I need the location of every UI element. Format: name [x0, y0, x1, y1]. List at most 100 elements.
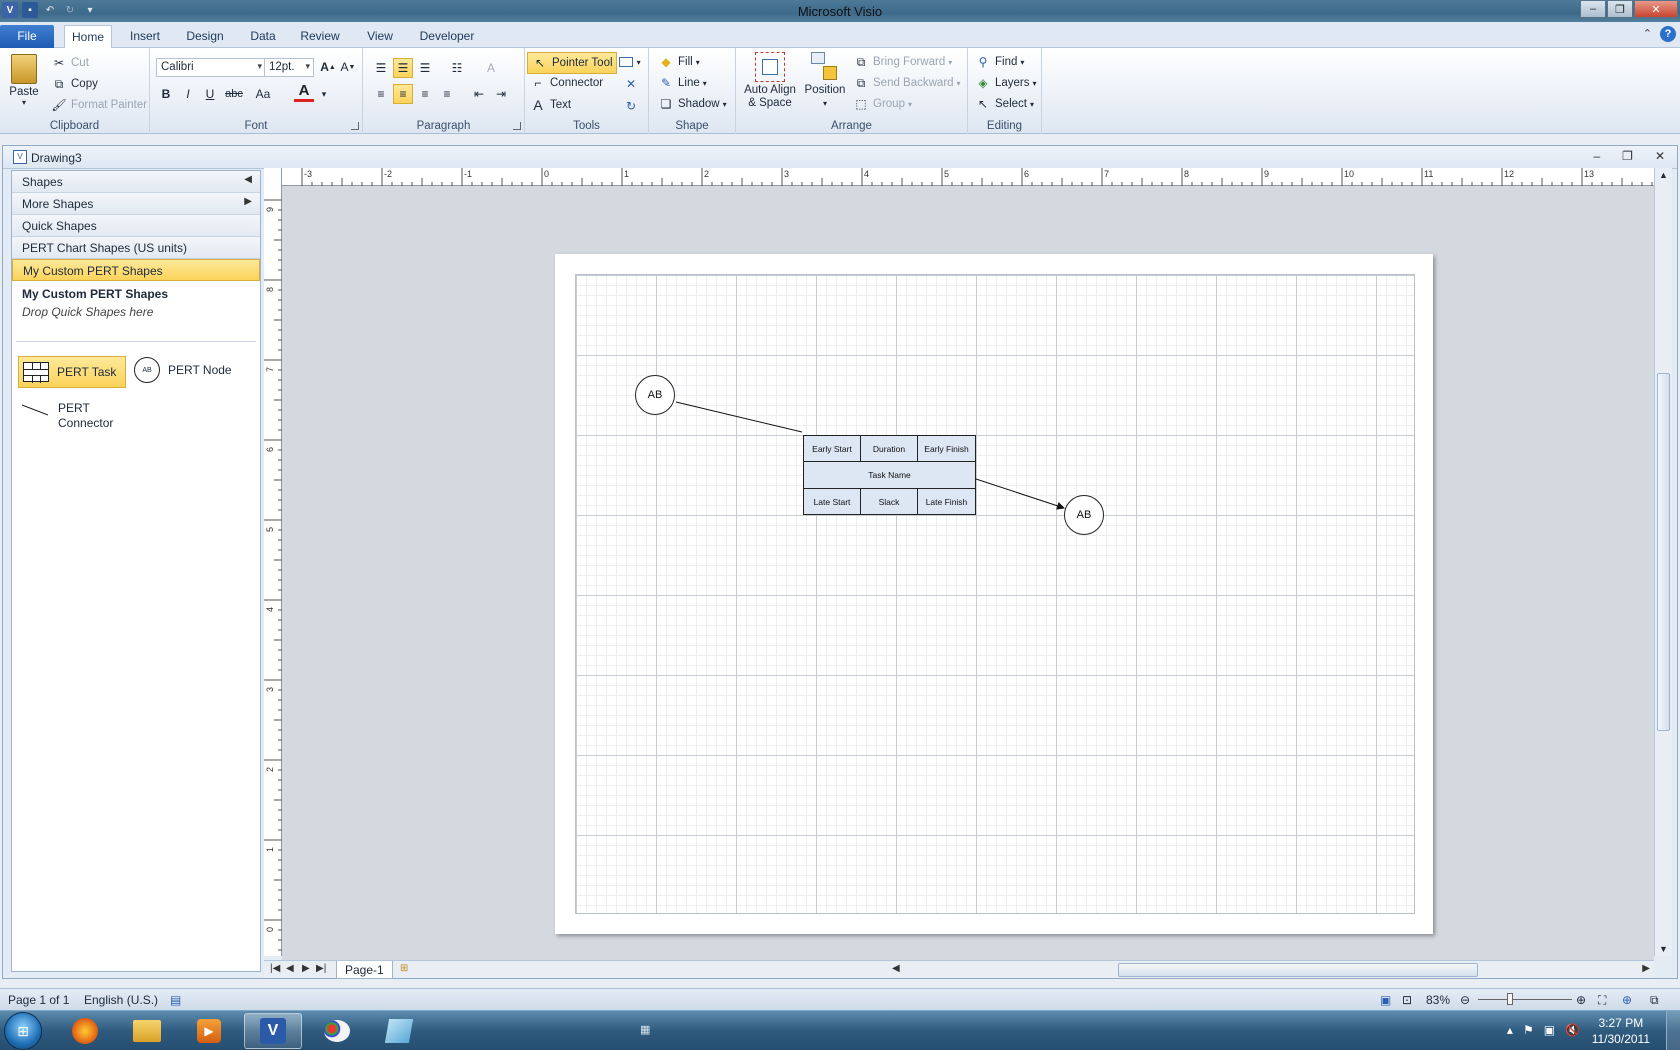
drawing-page[interactable]: AB Early Start Duration Early Finish Tas…: [555, 254, 1433, 934]
tab-developer[interactable]: Developer: [416, 25, 478, 48]
horizontal-scroll-thumb[interactable]: [1118, 963, 1478, 977]
doc-restore-button[interactable]: ❐: [1622, 149, 1633, 163]
close-button[interactable]: ✕: [1634, 0, 1678, 18]
normal-view-icon[interactable]: ▣: [1380, 993, 1391, 1007]
font-launcher-icon[interactable]: [351, 122, 359, 130]
pointer-tool-button[interactable]: ↖ Pointer Tool: [527, 52, 617, 74]
page-tab-1[interactable]: Page-1: [336, 961, 393, 979]
pert-node-end[interactable]: AB: [1064, 495, 1104, 535]
change-case-button[interactable]: Aa: [250, 84, 276, 104]
tab-data[interactable]: Data: [246, 25, 280, 48]
pert-task-master[interactable]: PERT Task: [18, 356, 126, 388]
layers-button[interactable]: ◈ Layers ▾: [974, 74, 1036, 92]
tab-insert[interactable]: Insert: [122, 25, 168, 48]
rotate-text-icon[interactable]: ↻: [621, 96, 641, 116]
help-icon[interactable]: ?: [1660, 26, 1676, 42]
align-top-icon[interactable]: ☰: [371, 58, 391, 78]
page-count[interactable]: Page 1 of 1: [8, 993, 69, 1007]
connection-point-icon[interactable]: ✕: [621, 74, 641, 94]
connector-node-to-task[interactable]: [675, 401, 803, 433]
volume-muted-icon[interactable]: 🔇: [1565, 1023, 1580, 1037]
pert-connector-master[interactable]: PERT Connector: [20, 401, 113, 431]
windows-start-icon[interactable]: ⊞: [4, 1012, 42, 1050]
macro-record-icon[interactable]: ▤: [170, 993, 181, 1007]
paste-button[interactable]: Paste ▾: [6, 52, 42, 114]
vertical-scroll-thumb[interactable]: [1657, 373, 1670, 731]
zoom-level[interactable]: 83%: [1426, 993, 1450, 1007]
connector-tool-button[interactable]: ⌐ Connector: [529, 74, 603, 92]
more-shapes-item[interactable]: More Shapes ▶: [12, 193, 260, 215]
shapes-header[interactable]: Shapes ◀: [12, 171, 260, 193]
align-middle-icon[interactable]: ☰: [393, 58, 413, 78]
align-bottom-icon[interactable]: ☰: [415, 58, 435, 78]
previous-page-icon[interactable]: ◀: [286, 963, 294, 974]
grow-font-icon[interactable]: A ▲: [318, 57, 338, 77]
switch-windows-icon[interactable]: ⧉: [1650, 993, 1659, 1008]
pert-node-master[interactable]: AB PERT Node: [134, 357, 232, 383]
horizontal-ruler[interactable]: -3 -2 -1 0 1 2 3 4 5 6 7 8 9 10 11 12 13: [282, 168, 1654, 186]
firefox-icon[interactable]: [56, 1013, 114, 1049]
tab-file[interactable]: File: [0, 25, 54, 48]
fit-page-icon[interactable]: ⛶: [1598, 993, 1606, 1008]
restore-button[interactable]: ❐: [1607, 0, 1633, 18]
doc-minimize-button[interactable]: –: [1593, 149, 1600, 163]
fill-button[interactable]: ◆ Fill ▾: [657, 53, 699, 71]
scroll-up-icon[interactable]: ▲: [1659, 170, 1668, 180]
show-desktop-button[interactable]: [1666, 1011, 1680, 1050]
system-clock[interactable]: 3:27 PM 11/30/2011: [1592, 1015, 1650, 1047]
auto-align-space-button[interactable]: Auto Align & Space: [742, 52, 798, 110]
font-family-select[interactable]: Calibri: [156, 58, 266, 77]
zoom-out-icon[interactable]: ⊖: [1460, 993, 1470, 1007]
text-tool-button[interactable]: A Text: [529, 96, 571, 114]
pert-chart-shapes-item[interactable]: PERT Chart Shapes (US units): [12, 237, 260, 259]
font-color-dropdown-icon[interactable]: ▾: [314, 84, 334, 104]
tab-home[interactable]: Home: [64, 25, 112, 48]
select-button[interactable]: ↖ Select ▾: [974, 95, 1034, 113]
align-left-icon[interactable]: ≡: [371, 84, 391, 104]
tab-design[interactable]: Design: [182, 25, 228, 48]
increase-indent-icon[interactable]: ⇥: [491, 84, 511, 104]
find-button[interactable]: ⚲ Find ▾: [974, 53, 1025, 71]
file-explorer-icon[interactable]: [118, 1013, 176, 1049]
scroll-down-icon[interactable]: ▼: [1659, 944, 1668, 954]
font-size-select[interactable]: 12pt.: [264, 58, 314, 77]
insert-page-icon[interactable]: ⊞: [400, 963, 408, 974]
align-center-icon[interactable]: ≡: [393, 84, 413, 104]
scroll-left-icon[interactable]: ◀: [892, 963, 900, 974]
tab-view[interactable]: View: [362, 25, 398, 48]
zoom-slider-track[interactable]: [1478, 999, 1572, 1000]
cut-button[interactable]: ✂ Cut: [50, 54, 89, 72]
presentation-mode-icon[interactable]: ⊡: [1402, 993, 1412, 1007]
vertical-ruler[interactable]: 9 8 7 6 5 4 3 2 1 0: [264, 168, 282, 956]
line-button[interactable]: ✎ Line ▾: [657, 74, 707, 92]
bullets-icon[interactable]: ☷: [447, 58, 467, 78]
minimize-button[interactable]: –: [1580, 0, 1606, 18]
rectangle-tool-icon[interactable]: ▾: [615, 52, 645, 72]
strikethrough-button[interactable]: abc: [224, 84, 244, 104]
network-deskband-icon[interactable]: ▦: [640, 1023, 650, 1036]
zoom-in-icon[interactable]: ⊕: [1576, 993, 1586, 1007]
italic-button[interactable]: I: [178, 84, 198, 104]
vertical-scrollbar[interactable]: ▲ ▼: [1654, 168, 1672, 956]
last-page-icon[interactable]: ▶|: [316, 963, 326, 974]
shadow-button[interactable]: ❏ Shadow ▾: [657, 95, 727, 113]
media-player-icon[interactable]: ▶: [180, 1013, 238, 1049]
paint-icon[interactable]: [308, 1013, 366, 1049]
language-indicator[interactable]: English (U.S.): [84, 993, 158, 1007]
minimize-ribbon-icon[interactable]: ⌃: [1643, 27, 1652, 40]
scroll-right-icon[interactable]: ▶: [1642, 963, 1650, 974]
custom-pert-shapes-item[interactable]: My Custom PERT Shapes: [12, 259, 260, 281]
zoom-slider-thumb[interactable]: [1507, 993, 1513, 1005]
underline-button[interactable]: U: [200, 84, 220, 104]
pert-node-start[interactable]: AB: [635, 375, 675, 415]
justify-icon[interactable]: ≡: [437, 84, 457, 104]
show-hidden-icons[interactable]: ▴: [1507, 1023, 1513, 1037]
send-backward-button[interactable]: ⧉ Send Backward ▾: [852, 74, 961, 92]
text-direction-icon[interactable]: A: [481, 58, 501, 78]
decrease-indent-icon[interactable]: ⇤: [469, 84, 489, 104]
collapse-pane-icon[interactable]: ◀: [244, 174, 252, 185]
align-right-icon[interactable]: ≡: [415, 84, 435, 104]
font-color-icon[interactable]: A: [294, 82, 314, 102]
first-page-icon[interactable]: |◀: [270, 963, 280, 974]
pan-zoom-icon[interactable]: ⊕: [1622, 993, 1632, 1007]
